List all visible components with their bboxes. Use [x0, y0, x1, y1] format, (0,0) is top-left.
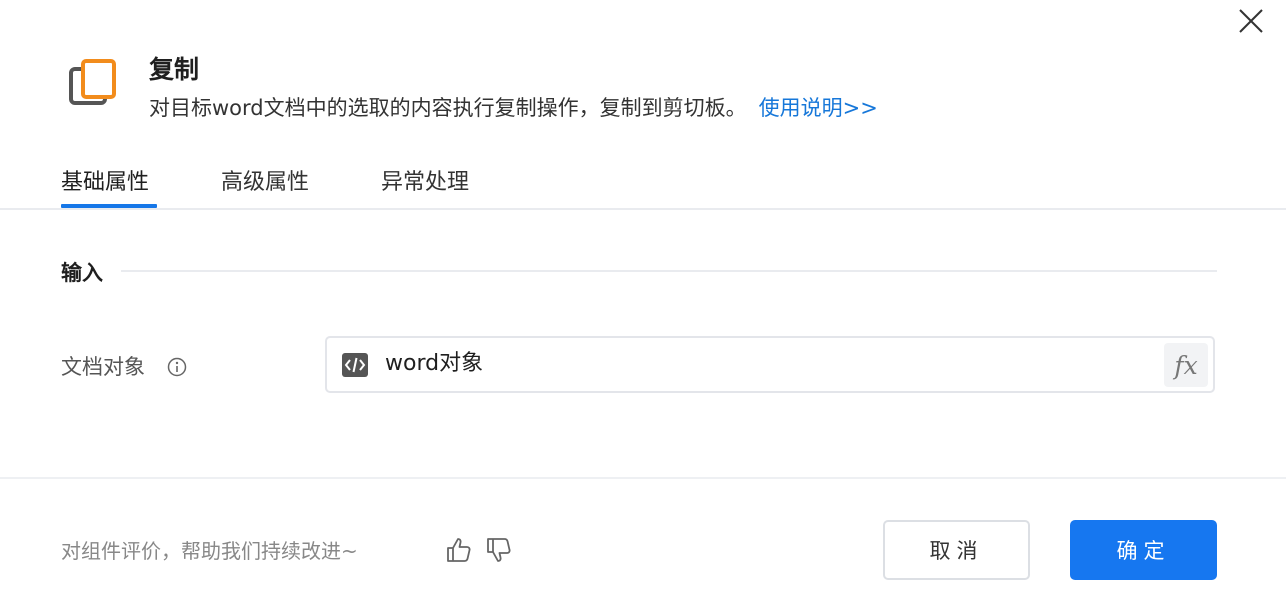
- thumbs-down-icon[interactable]: [485, 536, 513, 564]
- close-icon[interactable]: [1236, 6, 1266, 36]
- document-object-input[interactable]: word对象 fx: [325, 336, 1215, 393]
- tab-basic-properties[interactable]: 基础属性: [61, 168, 149, 198]
- tab-bar: 基础属性 高级属性 异常处理: [0, 160, 1286, 210]
- code-icon: [342, 353, 368, 377]
- footer-divider: [0, 477, 1286, 479]
- copy-icon: [68, 59, 118, 107]
- component-description: 对目标word文档中的选取的内容执行复制操作，复制到剪切板。 使用说明>>: [149, 93, 878, 123]
- field-label-document-object: 文档对象: [61, 355, 145, 379]
- description-text: 对目标word文档中的选取的内容执行复制操作，复制到剪切板。: [149, 96, 747, 120]
- tab-advanced-properties[interactable]: 高级属性: [221, 168, 309, 198]
- active-tab-indicator: [61, 204, 157, 208]
- document-object-value: word对象: [385, 351, 484, 376]
- section-divider: [121, 270, 1217, 272]
- help-link[interactable]: 使用说明>>: [759, 96, 878, 120]
- info-icon[interactable]: [166, 356, 188, 378]
- page-title: 复制: [149, 55, 200, 84]
- thumbs-up-icon[interactable]: [445, 536, 473, 564]
- tab-exception-handling[interactable]: 异常处理: [381, 168, 469, 198]
- fx-expression-button[interactable]: fx: [1164, 343, 1208, 387]
- section-title-input: 输入: [61, 261, 103, 285]
- cancel-button[interactable]: 取消: [883, 520, 1030, 580]
- confirm-button[interactable]: 确定: [1070, 520, 1217, 580]
- feedback-prompt: 对组件评价，帮助我们持续改进~: [61, 539, 358, 563]
